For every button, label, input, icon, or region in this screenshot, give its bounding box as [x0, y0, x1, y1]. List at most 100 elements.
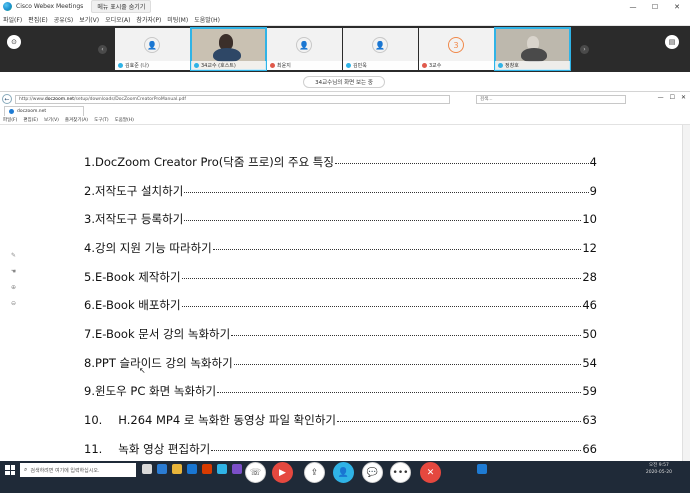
toc-entry[interactable]: 5. E-Book 제작하기 28 [84, 269, 597, 287]
file-explorer-icon[interactable] [172, 464, 182, 474]
stop-video-button[interactable]: ▶ [272, 462, 293, 483]
webex-taskbar-icon[interactable] [217, 464, 227, 474]
toc-entry[interactable]: 2. 저작도구 설치하기 9 [84, 183, 597, 201]
pen-icon[interactable]: ✎ [10, 252, 17, 259]
phone-icon: ☏ [249, 467, 262, 478]
participant-tile[interactable]: 👤 김효준 (나) [115, 28, 190, 70]
browser-minimize-icon[interactable]: — [658, 94, 664, 101]
mic-icon [194, 63, 199, 68]
menu-view[interactable]: 보기(V) [79, 15, 99, 24]
toc-entry[interactable]: 4. 강의 지원 기능 따라하기 12 [84, 240, 597, 258]
ie-taskbar-icon[interactable] [477, 464, 487, 474]
toc-leader [217, 392, 582, 393]
user-icon: 👤 [296, 37, 312, 53]
initial-avatar: 3 [448, 37, 464, 53]
browser-tab[interactable]: doczoom.net [4, 106, 84, 116]
browser-menu-item[interactable]: 보기(V) [44, 117, 59, 123]
toc-title: 저작도구 등록하기 [94, 212, 184, 226]
browser-menu-item[interactable]: 즐겨찾기(A) [65, 117, 88, 123]
toc-entry[interactable]: 7. E-Book 문서 강의 녹화하기 50 [84, 326, 597, 344]
store-icon[interactable] [187, 464, 197, 474]
menu-participant[interactable]: 참가자(P) [136, 15, 161, 24]
toc-page: 46 [582, 298, 597, 312]
strip-next-arrow-icon[interactable]: › [580, 45, 589, 54]
toc-entry[interactable]: 9. 윈도우 PC 화면 녹화하기 59 [84, 383, 597, 401]
hide-menu-bar-button[interactable]: 메뉴 표시줄 숨기기 [91, 0, 152, 13]
toc-page: 54 [582, 356, 597, 370]
browser-menu-item[interactable]: 파일(F) [3, 117, 17, 123]
menu-file[interactable]: 파일(F) [3, 15, 22, 24]
browser-close-icon[interactable]: ✕ [681, 94, 686, 101]
leave-meeting-button[interactable]: ✕ [420, 462, 441, 483]
mute-audio-button[interactable]: ☏ [245, 462, 266, 483]
vertical-scrollbar[interactable] [682, 125, 690, 462]
close-button[interactable]: ✕ [666, 0, 688, 13]
back-icon[interactable]: ← [2, 94, 12, 104]
sharing-status-pill[interactable]: 34교수님의 화면 보는 중 [303, 76, 385, 88]
toc-leader [212, 249, 582, 250]
browser-menu-item[interactable]: 도구(T) [94, 117, 109, 123]
participant-name-bar: 김민욱 [343, 61, 418, 70]
task-view-icon[interactable] [142, 464, 152, 474]
toc-entry[interactable]: 8. PPT 슬라이드 강의 녹화하기 54 [84, 355, 597, 373]
menu-edit[interactable]: 편집(E) [28, 15, 48, 24]
toc-entry[interactable]: 6. E-Book 배포하기 46 [84, 297, 597, 315]
toc-leader [337, 421, 582, 422]
clock-date: 2020-05-20 [645, 470, 672, 475]
user-icon: 👤 [372, 37, 388, 53]
browser-menu-item[interactable]: 도움말(H) [115, 117, 134, 123]
participant-tile[interactable]: 👤 김민욱 [343, 28, 418, 70]
video-feed-shoulders [213, 48, 241, 62]
powerpoint-icon[interactable] [202, 464, 212, 474]
participants-button[interactable]: 👤 [333, 462, 354, 483]
menu-share[interactable]: 공유(S) [54, 15, 74, 24]
edge-icon[interactable] [157, 464, 167, 474]
toc-leader [181, 278, 582, 279]
browser-search-field[interactable]: 검색... [476, 94, 626, 104]
toc-leader [334, 163, 589, 164]
zoom-out-icon[interactable]: ⊖ [10, 300, 17, 307]
mic-icon [346, 63, 351, 68]
calendar-icon[interactable]: ▤ [665, 35, 679, 49]
layout-icon[interactable]: ⊙ [7, 35, 21, 49]
hand-icon[interactable]: ☚ [10, 268, 17, 275]
share-button[interactable]: ⇪ [304, 462, 325, 483]
menu-meeting[interactable]: 미팅(M) [167, 15, 188, 24]
toc-entry[interactable]: 11. 녹화 영상 편집하기 66 [84, 441, 597, 459]
more-options-button[interactable]: ••• [390, 462, 411, 483]
webex-logo-icon [3, 2, 12, 11]
toc-entry[interactable]: 1. DocZoom Creator Pro(닥줌 프로)의 주요 특징 4 [84, 154, 597, 172]
menu-audio[interactable]: 오디오(A) [105, 15, 130, 24]
chat-button[interactable]: 💬 [362, 462, 383, 483]
zoom-in-icon[interactable]: ⊕ [10, 284, 17, 291]
browser-menu-item[interactable]: 편집(E) [23, 117, 38, 123]
address-bar[interactable]: http://www. doczoom.net/setup/downloads/D… [15, 94, 450, 104]
user-icon: 👤 [144, 37, 160, 53]
toc-title: PPT 슬라이드 강의 녹화하기 [94, 356, 233, 370]
minimize-button[interactable]: — [622, 0, 644, 13]
toc-title: DocZoom Creator Pro(닥줌 프로)의 주요 특징 [94, 155, 334, 169]
toc-page: 59 [582, 384, 597, 398]
toc-title: E-Book 문서 강의 녹화하기 [94, 327, 231, 341]
maximize-button[interactable]: ☐ [644, 0, 666, 13]
participant-name-bar: 최윤지 [267, 61, 342, 70]
taskbar-search-box[interactable]: ⌕ 검색하려면 여기에 입력하십시오. [20, 463, 136, 477]
windows-start-icon[interactable] [5, 465, 15, 475]
participant-tile[interactable]: 👤 최윤지 [267, 28, 342, 70]
toc-page: 9 [589, 184, 597, 198]
strip-prev-arrow-icon[interactable]: ‹ [98, 45, 107, 54]
toc-page: 12 [582, 241, 597, 255]
app-icon[interactable] [232, 464, 242, 474]
browser-maximize-icon[interactable]: ☐ [670, 94, 675, 101]
toc-entry[interactable]: 3. 저작도구 등록하기 10 [84, 211, 597, 229]
menu-help[interactable]: 도움말(H) [194, 15, 220, 24]
toc-title: 녹화 영상 편집하기 [118, 442, 211, 456]
toc-title: E-Book 제작하기 [94, 270, 181, 284]
participant-tile[interactable]: 3 3교수 [419, 28, 494, 70]
url-path: /setup/downloads/DocZoomCreatorProManual… [74, 96, 186, 102]
participant-tile-video[interactable]: 정창호 [494, 27, 571, 71]
participant-tile-active-speaker[interactable]: 34교수 (호스트) [190, 27, 267, 71]
taskbar-clock[interactable]: 오전 9:57 2020-05-20 [646, 462, 672, 476]
toc-entry[interactable]: 10. H.264 MP4 로 녹화한 동영상 파일 확인하기 63 [84, 412, 597, 430]
toc-number: 10. [84, 413, 103, 427]
